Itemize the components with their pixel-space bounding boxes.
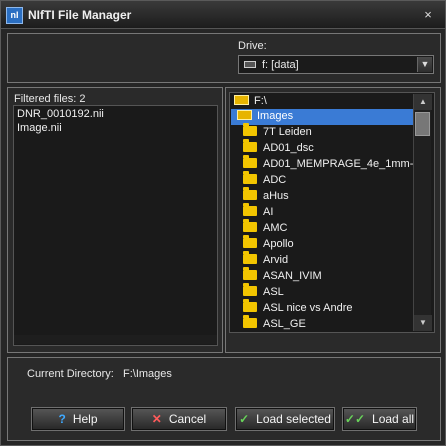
- help-button[interactable]: ? Help: [31, 407, 125, 431]
- tree-folder[interactable]: AMC: [243, 219, 288, 237]
- folder-icon: [243, 123, 257, 136]
- help-label: Help: [72, 412, 98, 426]
- file-item-dnr[interactable]: DNR_0010192.nii: [17, 108, 104, 121]
- nifti-file-manager-window: nI NIfTI File Manager × Drive: f: [data]…: [0, 0, 446, 446]
- cancel-icon: ✕: [151, 412, 162, 426]
- title-bar: nI NIfTI File Manager ×: [1, 1, 445, 29]
- folder-label: Apollo: [263, 238, 294, 250]
- drive-label: Drive:: [238, 40, 267, 52]
- tree-folder[interactable]: ADC: [243, 171, 287, 189]
- file-list-horizontal-scrollbar[interactable]: [14, 335, 217, 344]
- cancel-button[interactable]: ✕ Cancel: [131, 407, 227, 431]
- folder-icon: [243, 267, 257, 280]
- selected-folder-label: Images: [257, 110, 294, 122]
- scroll-up-icon[interactable]: ▲: [414, 94, 432, 110]
- directory-vertical-scrollbar[interactable]: ▲ ▼: [413, 94, 432, 331]
- folder-icon: [243, 235, 257, 248]
- chevron-down-icon[interactable]: ▼: [417, 57, 432, 72]
- close-button[interactable]: ×: [419, 7, 437, 23]
- tree-folder[interactable]: AD01_dsc: [243, 139, 314, 157]
- folder-label: aHus: [263, 190, 289, 202]
- file-list[interactable]: [13, 105, 218, 346]
- folder-label: AD01_dsc: [263, 142, 314, 154]
- folder-label: ASL_GE: [263, 318, 306, 330]
- tree-root[interactable]: F:\: [234, 94, 267, 110]
- scroll-thumb[interactable]: [415, 112, 430, 136]
- tree-folder[interactable]: AD01_MEMPRAGE_4e_1mm-isc: [243, 155, 427, 173]
- check-icon: ✓: [239, 412, 250, 426]
- window-title: NIfTI File Manager: [28, 8, 132, 22]
- tree-folder[interactable]: ASL: [243, 283, 284, 301]
- folder-icon: [243, 139, 257, 152]
- folder-icon: [243, 299, 257, 312]
- folder-label: ASL nice vs Andre: [263, 302, 353, 314]
- tree-folder[interactable]: ASAN_IVIM: [243, 267, 322, 285]
- folder-icon: [243, 155, 257, 168]
- drive-icon: [244, 61, 256, 68]
- load-all-button[interactable]: ✓✓ Load all: [342, 407, 417, 431]
- current-directory-label: Current Directory:: [27, 368, 114, 380]
- app-icon: nI: [6, 7, 23, 24]
- drive-value: f: [data]: [262, 59, 299, 71]
- folder-label: ASAN_IVIM: [263, 270, 322, 282]
- folder-icon: [243, 203, 257, 216]
- tree-folder[interactable]: Arvid: [243, 251, 289, 269]
- help-icon: ?: [58, 412, 66, 426]
- double-check-icon: ✓✓: [344, 412, 366, 426]
- tree-folder[interactable]: ASL nice vs Andre: [243, 299, 353, 317]
- load-selected-button[interactable]: ✓ Load selected: [235, 407, 335, 431]
- folder-label: AD01_MEMPRAGE_4e_1mm-isc: [263, 158, 427, 170]
- current-directory-value: F:\Images: [123, 368, 172, 380]
- drive-select[interactable]: f: [data] ▼: [238, 55, 434, 74]
- tree-folder[interactable]: Apollo: [243, 235, 294, 253]
- cancel-label: Cancel: [168, 412, 207, 426]
- filtered-files-label: Filtered files: 2: [14, 93, 86, 105]
- folder-label: AI: [263, 206, 274, 218]
- file-item-image[interactable]: Image.nii: [17, 122, 62, 135]
- folder-label: ASL: [263, 286, 284, 298]
- root-label: F:\: [254, 95, 267, 107]
- tree-selected-images[interactable]: Images: [231, 109, 413, 125]
- tree-folder[interactable]: ASL_GE: [243, 315, 306, 333]
- folder-icon: [243, 251, 257, 264]
- open-folder-icon: [237, 110, 252, 120]
- folder-label: AMC: [263, 222, 288, 234]
- folder-icon: [243, 219, 257, 232]
- open-folder-icon: [234, 95, 249, 105]
- folder-icon: [243, 315, 257, 328]
- folder-icon: [243, 283, 257, 296]
- folder-icon: [243, 187, 257, 200]
- folder-label: ADC: [263, 174, 287, 186]
- folder-label: 7T Leiden: [263, 126, 312, 138]
- load-all-label: Load all: [372, 412, 415, 426]
- folder-icon: [243, 171, 257, 184]
- tree-folder[interactable]: 7T Leiden: [243, 123, 312, 141]
- scroll-down-icon[interactable]: ▼: [414, 315, 432, 331]
- tree-folder[interactable]: aHus: [243, 187, 289, 205]
- folder-label: Arvid: [263, 254, 289, 266]
- load-selected-label: Load selected: [256, 412, 331, 426]
